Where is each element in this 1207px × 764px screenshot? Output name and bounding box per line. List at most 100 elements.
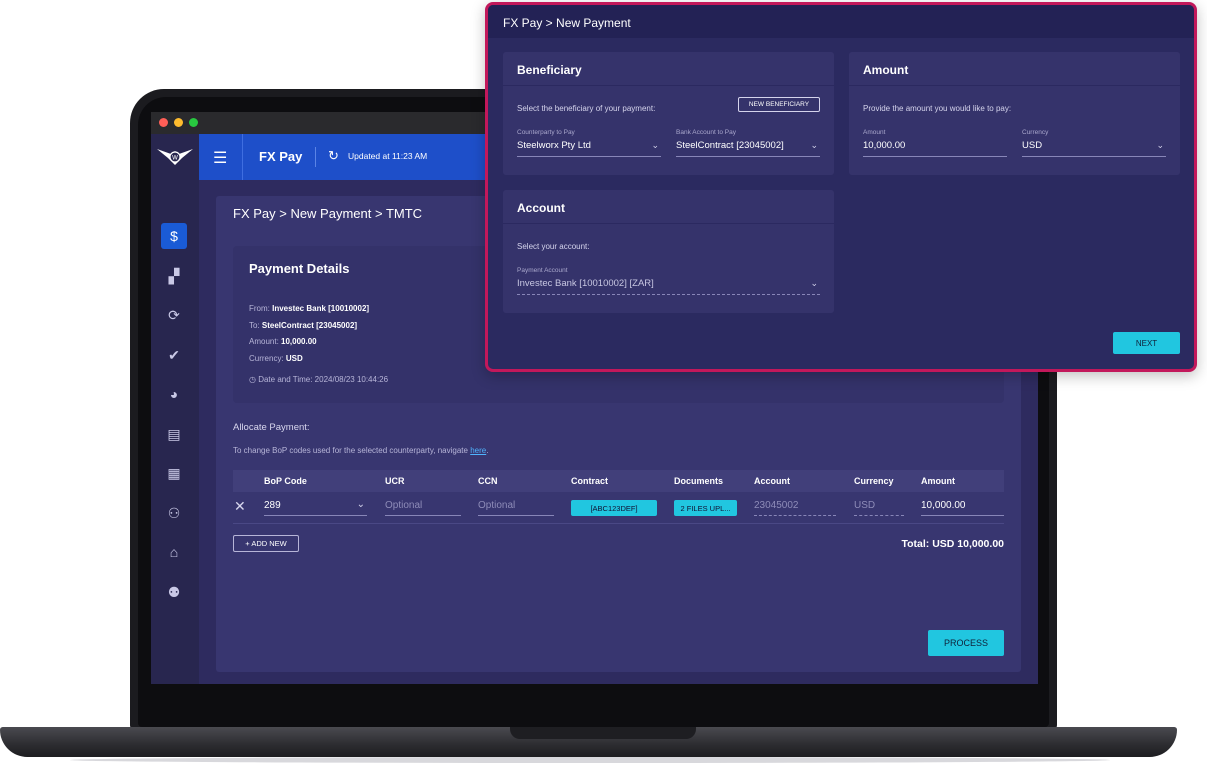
header-ccn: CCN [478, 476, 498, 486]
amount-field-label: Amount [863, 129, 886, 136]
header-account: Account [754, 476, 790, 486]
svg-text:W: W [172, 155, 178, 162]
appbar-divider [242, 134, 243, 180]
bop-note: To change BoP codes used for the selecte… [233, 446, 488, 455]
payment-account-label: Payment Account [517, 267, 568, 274]
contract-chip[interactable]: [ABC123DEF] [571, 500, 657, 516]
appbar-divider [315, 147, 316, 167]
dialog-header: FX Pay > New Payment [488, 5, 1194, 38]
clock-icon: ◷ [249, 375, 259, 384]
currency-select[interactable]: USD ⌄ [1022, 140, 1166, 157]
users-icon[interactable]: ⚇ [161, 500, 187, 526]
header-documents: Documents [674, 476, 724, 486]
table-header: BoP Code UCR CCN Contract Documents Acco… [233, 470, 1004, 492]
laptop-shadow [70, 757, 1110, 763]
stage: W $ ▞ ⟳ ✔ ◕ ▤ ▦ ⚇ ⌂ ⚉ ☰ FX Pay ↻ Updated… [0, 0, 1207, 764]
breadcrumb: FX Pay > New Payment > TMTC [233, 206, 423, 221]
app-title: FX Pay [259, 149, 303, 164]
amount-card: Amount Provide the amount you would like… [849, 52, 1180, 175]
ccn-input[interactable]: Optional [478, 498, 554, 516]
currency-value: USD [285, 354, 303, 363]
currency-field: USD [854, 498, 904, 516]
counterparty-label: Counterparty to Pay [517, 129, 575, 136]
document-icon[interactable]: ▤ [161, 421, 187, 447]
remove-row-icon[interactable]: ✕ [234, 498, 246, 515]
header-bop: BoP Code [264, 476, 307, 486]
header-ucr: UCR [385, 476, 405, 486]
bank-account-label: Bank Account to Pay [676, 129, 736, 136]
user-settings-icon[interactable]: ⚉ [161, 579, 187, 605]
minimize-window-button[interactable] [174, 118, 183, 127]
bop-code-value: 289 [264, 500, 281, 511]
header-amount: Amount [921, 476, 955, 486]
beneficiary-card: Beneficiary Select the beneficiary of yo… [503, 52, 834, 175]
currency-line: Currency: USD [249, 354, 303, 363]
account-text: Select your account: [517, 242, 590, 251]
documents-chip[interactable]: 2 FILES UPL... [674, 500, 737, 516]
bank-account-value: SteelContract [23045002] [676, 140, 784, 151]
card-divider [503, 223, 834, 224]
from-value: Investec Bank [10010002] [272, 304, 370, 313]
new-payment-dialog: FX Pay > New Payment Beneficiary Select … [485, 2, 1197, 372]
card-divider [503, 85, 834, 86]
amount-input[interactable]: 10,000.00 [863, 140, 1007, 157]
maximize-window-button[interactable] [189, 118, 198, 127]
add-new-button[interactable]: + ADD NEW [233, 535, 299, 552]
chevron-down-icon: ⌄ [810, 140, 818, 150]
close-window-button[interactable] [159, 118, 168, 127]
new-beneficiary-button[interactable]: NEW BENEFICIARY [738, 97, 820, 112]
clipboard-icon[interactable]: ▦ [161, 460, 187, 486]
chevron-down-icon: ⌄ [651, 140, 659, 150]
bop-link[interactable]: here [470, 446, 486, 455]
to-value: SteelContract [23045002] [261, 321, 358, 330]
chevron-down-icon: ⌄ [1156, 140, 1164, 150]
bop-note-end: . [486, 446, 489, 455]
verified-badge-icon[interactable]: ✔ [161, 342, 187, 368]
header-currency: Currency [854, 476, 894, 486]
payment-account-value: Investec Bank [10010002] [ZAR] [517, 278, 654, 289]
counterparty-select[interactable]: Steelworx Pty Ltd ⌄ [517, 140, 661, 157]
payment-account-select[interactable]: Investec Bank [10010002] [ZAR] ⌄ [517, 278, 820, 295]
amount-title: Amount [863, 63, 909, 77]
exchange-icon[interactable]: ⟳ [161, 302, 187, 328]
chevron-down-icon: ⌄ [810, 278, 818, 288]
amount-value: 10,000.00 [281, 337, 317, 346]
currency-select-value: USD [1022, 140, 1043, 151]
amount-line: Amount: 10,000.00 [249, 337, 317, 346]
allocate-label: Allocate Payment: [233, 422, 310, 433]
process-button[interactable]: PROCESS [928, 630, 1004, 656]
bop-code-select[interactable]: 289 ⌄ [264, 498, 367, 516]
laptop-notch [510, 727, 696, 739]
beneficiary-text: Select the beneficiary of your payment: [517, 104, 656, 113]
to-label: To: [249, 321, 262, 330]
counterparty-value: Steelworx Pty Ltd [517, 140, 591, 151]
dashboard-icon[interactable]: ▞ [161, 263, 187, 289]
bop-note-text: To change BoP codes used for the selecte… [233, 446, 471, 455]
bank-icon[interactable]: ⌂ [161, 539, 187, 565]
next-button[interactable]: NEXT [1113, 332, 1180, 354]
chevron-down-icon: ⌄ [356, 499, 365, 510]
payment-details-title: Payment Details [249, 261, 350, 276]
pie-chart-icon[interactable]: ◕ [161, 381, 187, 407]
card-divider [849, 85, 1180, 86]
ucr-input[interactable]: Optional [385, 498, 461, 516]
from-label: From: [249, 304, 273, 313]
updated-status: Updated at 11:23 AM [348, 151, 428, 161]
bank-account-select[interactable]: SteelContract [23045002] ⌄ [676, 140, 820, 157]
amount-label: Amount: [249, 337, 282, 346]
amount-text: Provide the amount you would like to pay… [863, 104, 1012, 113]
amount-input[interactable]: 10,000.00 [921, 498, 1004, 516]
from-line: From: Investec Bank [10010002] [249, 304, 369, 313]
account-card: Account Select your account: Payment Acc… [503, 190, 834, 313]
refresh-icon[interactable]: ↻ [328, 148, 339, 164]
dialog-title: FX Pay > New Payment [503, 16, 631, 30]
menu-icon[interactable]: ☰ [213, 148, 227, 168]
dollar-icon[interactable]: $ [161, 223, 187, 249]
sidebar: W $ ▞ ⟳ ✔ ◕ ▤ ▦ ⚇ ⌂ ⚉ [151, 134, 199, 684]
brand-logo-icon: W [155, 142, 195, 172]
currency-field-label: Currency [1022, 129, 1049, 136]
table-row: ✕ 289 ⌄ Optional Optional [ABC123DEF] 2 F… [233, 492, 1004, 524]
to-line: To: SteelContract [23045002] [249, 321, 357, 330]
beneficiary-title: Beneficiary [517, 63, 582, 77]
header-contract: Contract [571, 476, 609, 486]
